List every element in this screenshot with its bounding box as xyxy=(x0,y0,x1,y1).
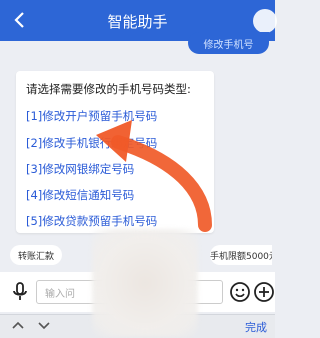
chip-limit-label: 手机限额5000元 xyxy=(210,251,272,262)
smile-icon[interactable] xyxy=(229,281,251,303)
done-button[interactable]: 完成 xyxy=(245,319,267,335)
option-link-5[interactable]: [5]修改贷款预留手机号码 xyxy=(26,213,157,229)
blurred-overlay xyxy=(92,229,198,337)
chip-limit[interactable]: 手机限额5000元 xyxy=(210,245,272,265)
option-link-1[interactable]: [1]修改开户预留手机号码 xyxy=(26,108,157,124)
assistant-message-card: 请选择需要修改的手机号码类型: [1]修改开户预留手机号码 [2]修改手机银行绑… xyxy=(16,71,214,233)
option-link-4[interactable]: [4]修改短信通知号码 xyxy=(26,187,134,203)
plus-icon[interactable] xyxy=(253,281,275,303)
page-title: 智能助手 xyxy=(107,13,168,31)
assistant-prompt: 请选择需要修改的手机号码类型: xyxy=(26,82,191,96)
option-link-2[interactable]: [2]修改手机银行绑定号码 xyxy=(26,135,157,151)
chevron-up-icon[interactable] xyxy=(10,317,26,333)
chevron-down-icon[interactable] xyxy=(36,317,52,333)
user-message-bubble: 修改手机号 xyxy=(188,32,269,54)
input-placeholder: 输入问 xyxy=(45,289,75,300)
circle-menu-icon[interactable] xyxy=(253,9,277,33)
mic-icon[interactable] xyxy=(9,281,31,303)
chip-transfer[interactable]: 转账汇款 xyxy=(10,245,63,265)
option-link-3[interactable]: [3]修改网银绑定号码 xyxy=(26,161,134,177)
